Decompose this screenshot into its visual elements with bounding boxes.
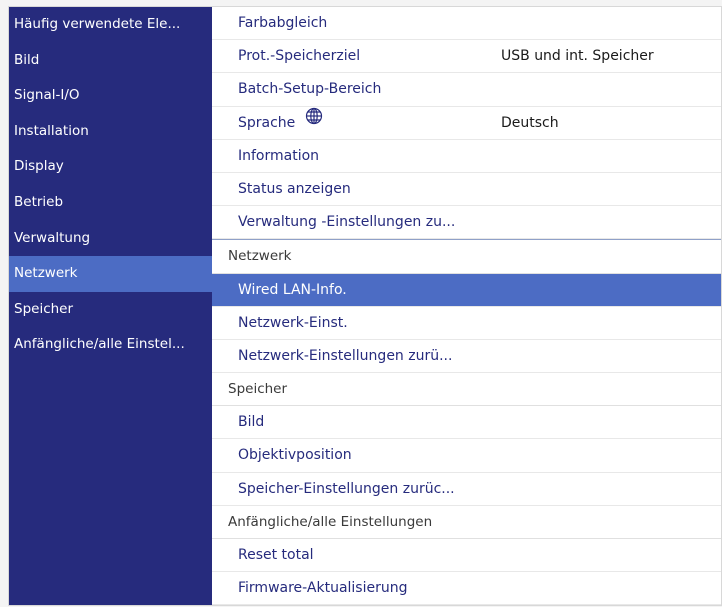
globe-icon <box>305 107 323 138</box>
menu-item-label: Status anzeigen <box>238 180 351 197</box>
sidebar-item-haeufig[interactable]: Häufig verwendete Ele... <box>9 7 212 43</box>
menu-item-batch-setup[interactable]: Batch-Setup-Bereich <box>212 73 721 107</box>
menu-item-label: Objektivposition <box>238 447 352 464</box>
sidebar-item-installation[interactable]: Installation <box>9 114 212 150</box>
sidebar-item-betrieb[interactable]: Betrieb <box>9 185 212 221</box>
menu-item-firmware[interactable]: Firmware-Aktualisierung <box>212 572 721 605</box>
menu-item-label: Verwaltung -Einstellungen zu... <box>238 214 456 231</box>
menu-item-farbabgleich[interactable]: Farbabgleich <box>212 7 721 41</box>
settings-panel: Farbabgleich Prot.-Speicherziel USB und … <box>212 7 721 605</box>
sidebar-item-display[interactable]: Display <box>9 149 212 185</box>
menu-item-objektivposition[interactable]: Objektivposition <box>212 439 721 473</box>
menu-item-wired-lan-info[interactable]: Wired LAN-Info. <box>212 273 721 307</box>
menu-item-netzwerk-einst[interactable]: Netzwerk-Einst. <box>212 307 721 340</box>
menu-item-label: Information <box>238 147 320 164</box>
projector-menu: Häufig verwendete Ele... Bild Signal-I/O… <box>8 6 722 606</box>
menu-item-netzwerk-reset[interactable]: Netzwerk-Einstellungen zurü... <box>212 340 721 374</box>
menu-item-label: Netzwerk-Einstellungen zurü... <box>238 347 453 364</box>
menu-item-label: Firmware-Aktualisierung <box>238 580 408 597</box>
menu-item-value: Deutsch <box>501 114 559 131</box>
menu-item-reset-total[interactable]: Reset total <box>212 539 721 573</box>
menu-item-speicher-reset[interactable]: Speicher-Einstellungen zurüc... <box>212 473 721 506</box>
sidebar-item-anfaengliche[interactable]: Anfängliche/alle Einstel... <box>9 327 212 363</box>
menu-item-label: Speicher-Einstellungen zurüc... <box>238 480 455 497</box>
sidebar-item-verwaltung[interactable]: Verwaltung <box>9 221 212 257</box>
menu-item-label: Wired LAN-Info. <box>238 281 347 298</box>
section-header-anfaengliche: Anfängliche/alle Einstellungen <box>212 505 721 539</box>
menu-item-sprache[interactable]: Sprache Deutsch <box>212 107 721 140</box>
menu-item-status-anzeigen[interactable]: Status anzeigen <box>212 173 721 207</box>
menu-item-bild[interactable]: Bild <box>212 406 721 440</box>
section-header-netzwerk: Netzwerk <box>212 239 721 274</box>
menu-item-label: Bild <box>238 414 265 431</box>
menu-item-label: Batch-Setup-Bereich <box>238 81 382 98</box>
menu-item-label: Netzwerk-Einst. <box>238 314 348 331</box>
menu-item-label: Sprache <box>238 114 296 131</box>
menu-item-prot-speicherziel[interactable]: Prot.-Speicherziel USB und int. Speicher <box>212 40 721 74</box>
sidebar-item-netzwerk[interactable]: Netzwerk <box>9 256 212 292</box>
sidebar-item-bild[interactable]: Bild <box>9 43 212 79</box>
menu-item-label: Farbabgleich <box>238 15 328 31</box>
menu-item-information[interactable]: Information <box>212 140 721 173</box>
menu-item-label: Prot.-Speicherziel <box>238 48 361 65</box>
menu-item-value: USB und int. Speicher <box>501 48 654 65</box>
sidebar-item-signal-io[interactable]: Signal-I/O <box>9 78 212 114</box>
menu-item-verwaltung-reset[interactable]: Verwaltung -Einstellungen zu... <box>212 206 721 240</box>
menu-item-label: Reset total <box>238 547 314 563</box>
sidebar: Häufig verwendete Ele... Bild Signal-I/O… <box>9 7 212 605</box>
sidebar-item-speicher[interactable]: Speicher <box>9 292 212 328</box>
section-header-speicher: Speicher <box>212 373 721 407</box>
